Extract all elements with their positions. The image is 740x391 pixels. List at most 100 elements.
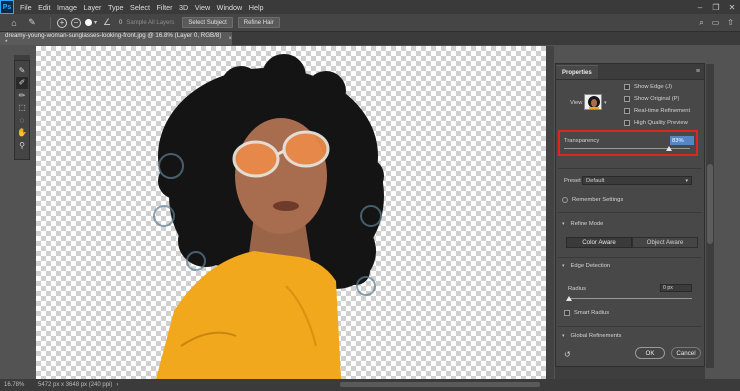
menu-filter[interactable]: Filter [157,3,173,12]
window-controls: – ❐ ✕ [692,0,740,14]
chevron-down-icon: ▾ [562,333,565,339]
object-selection-tool-icon[interactable]: ⬚ [16,102,28,114]
menu-type[interactable]: Type [108,3,124,12]
share-icon[interactable]: ⇧ [727,18,734,28]
search-icon[interactable]: ⌕ [699,18,703,28]
add-brush-mode-icon[interactable]: + [57,17,67,28]
view-label: View [570,100,583,106]
canvas-horizontal-scrollbar[interactable] [340,382,540,387]
menu-file[interactable]: File [20,3,32,12]
view-mode-thumbnail[interactable] [584,94,602,110]
menu-window[interactable]: Window [217,3,243,12]
refine-mode-toggle: Color Aware Object Aware [566,237,698,248]
brush-preview-icon[interactable] [85,19,92,26]
radius-slider-handle[interactable] [566,296,572,301]
realtime-refinement-checkbox[interactable] [624,108,630,114]
show-edge-option[interactable]: Show Edge (J) [624,84,672,90]
reset-icon[interactable]: ↺ [564,350,571,359]
properties-scrollbar[interactable] [706,64,714,368]
minimize-button[interactable]: – [692,0,708,14]
yellow-sweater [156,251,341,379]
image-canvas[interactable] [36,46,546,379]
remember-settings-option[interactable]: Remember Settings [562,197,623,203]
divider [558,168,702,169]
smart-radius-option[interactable]: Smart Radius [564,310,609,316]
show-original-option[interactable]: Show Original (P) [624,96,679,102]
divider [558,257,702,258]
quick-selection-tool-icon[interactable]: ✎ [16,64,28,76]
lasso-tool-icon[interactable]: ◌ [16,114,28,126]
menu-view[interactable]: View [195,3,210,12]
status-caret-icon[interactable]: › [116,382,118,388]
brush-tool-icon[interactable]: ✏ [16,89,28,101]
zoom-level[interactable]: 16.78% [4,382,34,388]
menu-select[interactable]: Select [130,3,150,12]
lips [273,201,299,211]
menu-edit[interactable]: Edit [38,3,50,12]
properties-header: Properties ≡ [556,64,704,80]
canvas-vertical-scrollbar[interactable] [546,46,554,379]
high-quality-preview-option[interactable]: High Quality Preview [624,120,688,126]
properties-panel: Properties ≡ Show Edge (J) Show Original… [555,63,714,368]
show-original-checkbox[interactable] [624,96,630,102]
zoom-tool-icon[interactable]: ⚲ [16,139,28,151]
document-tab[interactable]: dreamy-young-woman-sunglasses-looking-fr… [0,32,232,46]
edge-detection-section[interactable]: ▾ Edge Detection [562,263,610,269]
transparency-slider-handle[interactable] [665,146,672,151]
remember-settings-label: Remember Settings [572,197,624,203]
refine-mode-section[interactable]: ▾ Refine Mode [562,221,603,227]
view-dropdown-caret-icon[interactable]: ▾ [604,100,607,106]
subject-image [153,54,384,379]
select-subject-button[interactable]: Select Subject [182,17,233,28]
close-tab-icon[interactable]: × [228,35,232,42]
radius-label: Radius [568,286,587,292]
home-icon[interactable]: ⌂ [8,17,20,29]
chevron-down-icon: ▾ [685,177,688,184]
smart-radius-checkbox[interactable] [564,310,570,316]
view-thumbnail-image [588,96,600,109]
refine-hair-button[interactable]: Refine Hair [237,17,280,28]
radius-slider-track[interactable] [568,298,692,299]
radius-input[interactable]: 0 px [660,284,692,292]
cancel-button[interactable]: Cancel [671,347,701,359]
menu-layer[interactable]: Layer [83,3,101,12]
brush-size-value[interactable]: 0 [119,20,122,26]
refine-edge-brush-icon[interactable]: ✎ [26,17,38,29]
smart-radius-label: Smart Radius [574,310,610,316]
refine-mode-label: Refine Mode [570,221,604,227]
ok-button[interactable]: OK [635,347,665,359]
panel-menu-icon[interactable]: ≡ [696,68,700,75]
transparency-label: Transparency [564,138,600,144]
chevron-down-icon: ▾ [562,263,565,269]
divider [50,16,51,29]
show-edge-checkbox[interactable] [624,84,630,90]
realtime-refinement-label: Real-time Refinement [634,108,691,114]
menu-help[interactable]: Help [249,3,264,12]
refine-edge-brush-tool-icon[interactable]: ✐ [16,76,28,89]
remember-settings-checkbox[interactable] [562,197,568,203]
maximize-button[interactable]: ❐ [708,0,724,14]
transparency-value[interactable]: 83% [670,136,694,145]
divider [558,212,702,213]
high-quality-preview-checkbox[interactable] [624,120,630,126]
subtract-brush-mode-icon[interactable]: − [71,17,81,28]
brush-size-caret-icon[interactable]: ▾ [94,19,97,26]
workspace-icon[interactable]: ▭ [712,18,720,28]
menu-3d[interactable]: 3D [179,3,188,12]
menu-image[interactable]: Image [57,3,77,12]
sample-all-layers-checkbox[interactable]: Sample All Layers [126,20,174,26]
preset-dropdown[interactable]: Default ▾ [582,176,692,185]
options-bar: ⌂ ✎ + − ▾ ∠ 0 Sample All Layers Select S… [0,14,740,32]
color-aware-button[interactable]: Color Aware [566,237,632,248]
edge-detection-label: Edge Detection [570,263,611,269]
angle-icon: ∠ [102,17,112,27]
properties-tab[interactable]: Properties [556,65,598,79]
hand-tool-icon[interactable]: ✋ [16,127,28,139]
menu-bar: Ps File Edit Image Layer Type Select Fil… [0,0,740,14]
divider [558,326,702,327]
object-aware-button[interactable]: Object Aware [632,237,698,248]
realtime-refinement-option[interactable]: Real-time Refinement [624,108,690,114]
properties-scrollbar-thumb[interactable] [707,164,713,244]
global-refinements-section[interactable]: ▾ Global Refinements [562,333,621,339]
close-window-button[interactable]: ✕ [724,0,740,14]
